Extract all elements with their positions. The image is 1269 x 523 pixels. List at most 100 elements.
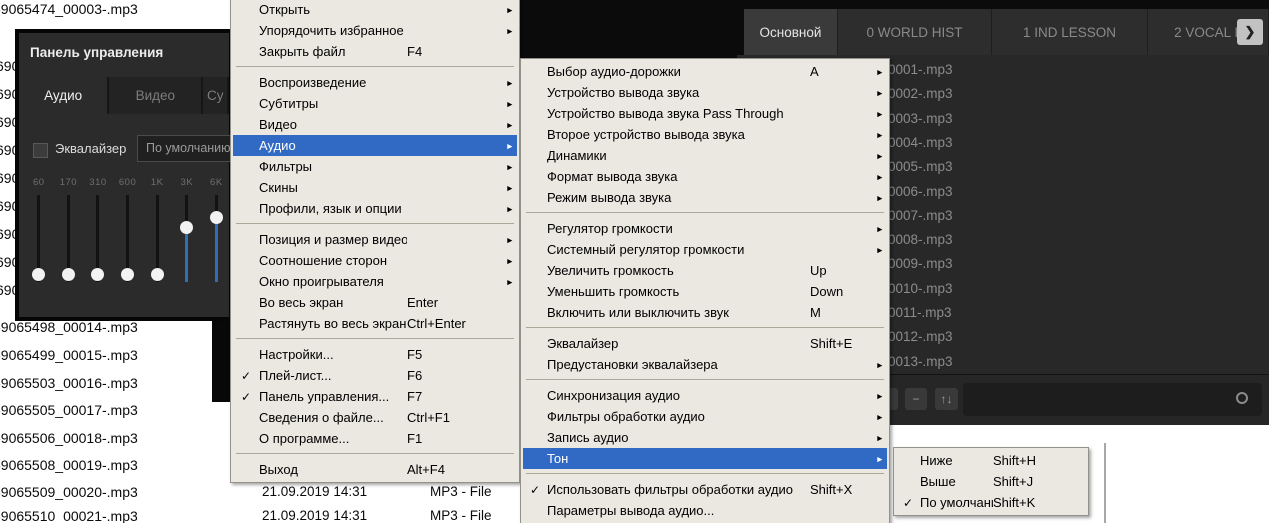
menu-item[interactable]: Тон► — [523, 448, 887, 469]
eq-slider-track[interactable] — [37, 195, 40, 282]
menu-item[interactable]: Воспроизведение► — [233, 72, 517, 93]
menu-item[interactable]: Сведения о файле...Ctrl+F1 — [233, 407, 517, 428]
menu-item[interactable]: ВыходAlt+F4 — [233, 459, 517, 480]
eq-slider-knob[interactable] — [210, 211, 223, 224]
menu-item[interactable]: Настройки...F5 — [233, 344, 517, 365]
playlist-item[interactable]: 0007-.mp3 — [888, 208, 953, 223]
file-type: MP3 - File — [430, 508, 492, 523]
playlist-item[interactable]: 0010-.mp3 — [888, 281, 953, 296]
playlist-item[interactable]: 0003-.mp3 — [888, 111, 953, 126]
menu-item[interactable]: Окно проигрывателя► — [233, 271, 517, 292]
menu-item[interactable]: Упорядочить избранное► — [233, 20, 517, 41]
equalizer-checkbox-label: Эквалайзер — [55, 141, 126, 156]
file-row[interactable]: 69065510_00021-.mp3 — [0, 508, 138, 523]
file-row[interactable]: 69065474_00003-.mp3 — [0, 1, 138, 17]
menu-item[interactable]: Фильтры обработки аудио► — [523, 406, 887, 427]
menu-item[interactable]: Позиция и размер видео► — [233, 229, 517, 250]
menu-item[interactable]: Устройство вывода звука► — [523, 82, 887, 103]
eq-frequency-label: 6K — [210, 177, 223, 188]
file-row[interactable]: 69065499_00015-.mp3 — [0, 347, 138, 363]
playlist-item[interactable]: 0013-.mp3 — [888, 354, 953, 369]
playlist-item[interactable]: 0001-.mp3 — [888, 62, 953, 77]
playlist-item[interactable]: 0009-.mp3 — [888, 256, 953, 271]
playlist-item[interactable]: 0004-.mp3 — [888, 135, 953, 150]
eq-slider-track[interactable] — [126, 195, 129, 282]
menu-item[interactable]: Системный регулятор громкости► — [523, 239, 887, 260]
menu-item[interactable]: Профили, язык и опции► — [233, 198, 517, 219]
menu-item[interactable]: ✓По умолчаниюShift+K — [896, 492, 1086, 513]
playlist-tab[interactable]: 1 IND LESSON — [992, 9, 1148, 55]
submenu-arrow-icon: ► — [870, 360, 887, 370]
menu-item[interactable]: Предустановки эквалайзера► — [523, 354, 887, 375]
eq-slider-knob[interactable] — [121, 268, 134, 281]
eq-slider-track[interactable] — [156, 195, 159, 282]
menu-item[interactable]: Включить или выключить звукM — [523, 302, 887, 323]
eq-slider-track[interactable] — [67, 195, 70, 282]
menu-item[interactable]: НижеShift+H — [896, 450, 1086, 471]
menu-item[interactable]: Закрыть файлF4 — [233, 41, 517, 62]
menu-item[interactable]: Режим вывода звука► — [523, 187, 887, 208]
eq-slider-knob[interactable] — [151, 268, 164, 281]
eq-slider-knob[interactable] — [32, 268, 45, 281]
playlist-item[interactable]: 0011-.mp3 — [888, 305, 952, 320]
menu-item[interactable]: О программе...F1 — [233, 428, 517, 449]
control-panel-tab[interactable]: Су — [203, 77, 229, 114]
preset-dropdown[interactable]: По умолчанию — [137, 135, 237, 162]
menu-item[interactable]: Устройство вывода звука Pass Through► — [523, 103, 887, 124]
eq-slider-knob[interactable] — [91, 268, 104, 281]
menu-item[interactable]: Увеличить громкостьUp — [523, 260, 887, 281]
menu-item[interactable]: Уменьшить громкостьDown — [523, 281, 887, 302]
menu-item[interactable]: ✓Плей-лист...F6 — [233, 365, 517, 386]
playlist-remove-button[interactable]: − — [905, 388, 927, 410]
menu-item-label: Панель управления... — [259, 389, 407, 404]
playlist-tab[interactable]: Основной — [744, 9, 838, 55]
menu-item[interactable]: Запись аудио► — [523, 427, 887, 448]
playlist-item[interactable]: 0002-.mp3 — [888, 86, 953, 101]
file-row[interactable]: 69065503_00016-.mp3 — [0, 375, 138, 391]
eq-slider-knob[interactable] — [62, 268, 75, 281]
menu-item[interactable]: Второе устройство вывода звука► — [523, 124, 887, 145]
playlist-item[interactable]: 0005-.mp3 — [888, 159, 953, 174]
menu-item[interactable]: Открыть► — [233, 0, 517, 20]
menu-item[interactable]: ✓Использовать фильтры обработки аудиоShi… — [523, 479, 887, 500]
eq-slider-track[interactable] — [185, 195, 188, 282]
menu-item[interactable]: ЭквалайзерShift+E — [523, 333, 887, 354]
menu-item[interactable]: Субтитры► — [233, 93, 517, 114]
menu-item[interactable]: Скины► — [233, 177, 517, 198]
equalizer-checkbox[interactable] — [33, 143, 48, 158]
menu-item[interactable]: ВышеShift+J — [896, 471, 1086, 492]
menu-item[interactable]: Аудио► — [233, 135, 517, 156]
menu-item[interactable]: Параметры вывода аудио... — [523, 500, 887, 521]
menu-item[interactable]: Регулятор громкости► — [523, 218, 887, 239]
playlist-item[interactable]: 0006-.mp3 — [888, 184, 953, 199]
playlist-search-input[interactable] — [963, 383, 1262, 416]
menu-item[interactable]: Синхронизация аудио► — [523, 385, 887, 406]
menu-item[interactable]: Растянуть во весь экранCtrl+Enter — [233, 313, 517, 334]
eq-slider-track[interactable] — [215, 195, 218, 282]
playlist-item[interactable]: 0012-.mp3 — [888, 329, 953, 344]
menu-item[interactable]: Формат вывода звука► — [523, 166, 887, 187]
eq-slider-knob[interactable] — [180, 221, 193, 234]
menu-item[interactable]: ✓Панель управления...F7 — [233, 386, 517, 407]
file-row[interactable]: 69065509_00020-.mp3 — [0, 484, 138, 500]
menu-item-label: Режим вывода звука — [547, 190, 810, 205]
file-row[interactable]: 69065508_00019-.mp3 — [0, 457, 138, 473]
control-panel-tab[interactable]: Видео — [109, 77, 203, 114]
menu-item-label: Видео — [259, 117, 407, 132]
control-panel-tab[interactable]: Аудио — [19, 77, 109, 114]
menu-item-shortcut: F1 — [407, 431, 500, 446]
menu-item[interactable]: Во весь экранEnter — [233, 292, 517, 313]
menu-item[interactable]: Динамики► — [523, 145, 887, 166]
menu-item[interactable]: Фильтры► — [233, 156, 517, 177]
file-row[interactable]: 69065505_00017-.mp3 — [0, 402, 138, 418]
menu-item[interactable]: Выбор аудио-дорожкиA► — [523, 61, 887, 82]
file-row[interactable]: 69065506_00018-.mp3 — [0, 430, 138, 446]
playlist-sort-button[interactable]: ↑↓ — [935, 388, 958, 410]
playlist-item[interactable]: 0008-.mp3 — [888, 232, 953, 247]
playlist-tab[interactable]: 0 WORLD HIST — [838, 9, 992, 55]
menu-item[interactable]: Видео► — [233, 114, 517, 135]
file-row[interactable]: 69065498_00014-.mp3 — [0, 319, 138, 335]
next-tabs-button[interactable]: ❯ — [1237, 19, 1263, 45]
menu-item[interactable]: Соотношение сторон► — [233, 250, 517, 271]
eq-slider-track[interactable] — [96, 195, 99, 282]
